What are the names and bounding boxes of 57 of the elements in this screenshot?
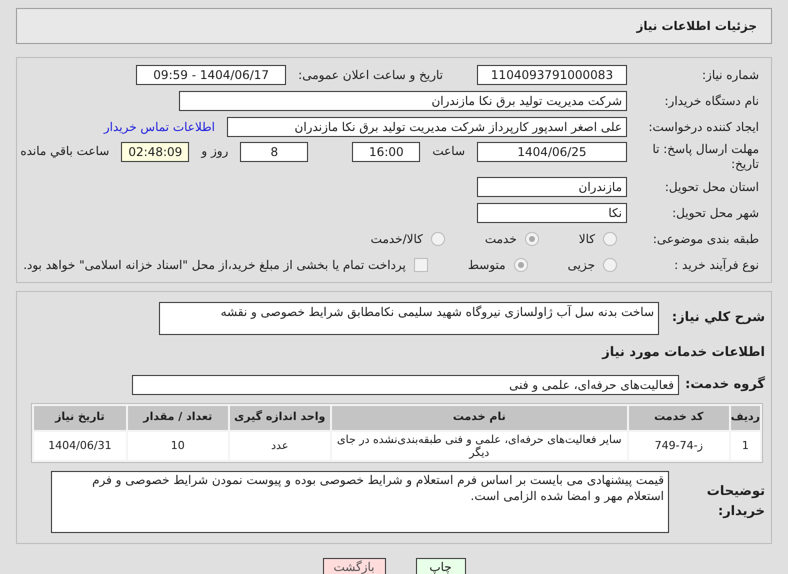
field-label: ساعت باقي مانده: [20, 143, 110, 160]
column-header: تعداد / مقدار: [128, 406, 228, 430]
field-label: طبقه بندی موضوعی:: [652, 231, 759, 248]
column-header: واحد اندازه گیری: [230, 406, 330, 430]
notes-textarea[interactable]: قیمت پیشنهادی می بایست بر اساس فرم استعلام و شرایط خصوصی بوده و پیوست نمودن شرایط خصوصی و فرم استعلام مهر و امضا شده الزامی است.: [51, 470, 669, 532]
text-field[interactable]: 1104093791000083: [477, 65, 627, 85]
table-cell: عدد: [230, 432, 330, 460]
text-field[interactable]: 1404/06/17 - 09:59: [136, 65, 286, 85]
field-label: توضیحات خریدار:: [706, 483, 765, 520]
radio-button[interactable]: [514, 258, 528, 272]
field-label: ایجاد کننده درخواست:: [647, 119, 759, 136]
page-title: جزئیات اطلاعات نیاز: [636, 18, 757, 35]
text-field[interactable]: 1404/06/25: [477, 142, 627, 162]
checkbox-label: پرداخت تمام یا بخشی از مبلغ خرید،از محل "اسناد خزانه اسلامی" خواهد بود.: [23, 257, 406, 274]
radio-label: خدمت: [484, 231, 517, 248]
checkbox[interactable]: [414, 258, 428, 272]
column-header: تاریخ نیاز: [34, 406, 126, 430]
field-label: گروه خدمت:: [685, 375, 765, 394]
table-cell: 10: [128, 432, 228, 460]
back-button[interactable]: بازگشت: [322, 558, 386, 574]
radio-button[interactable]: [603, 258, 617, 272]
text-field[interactable]: علی اصغر اسدپور کارپرداز شرکت مدیریت تولید برق نکا مازندران: [227, 117, 627, 137]
field-label: نوع فرآیند خرید :: [673, 257, 759, 274]
radio-label: جزیی: [568, 257, 595, 274]
column-header: نام خدمت: [332, 406, 627, 430]
column-header: کد خدمت: [628, 406, 729, 430]
field-label: استان محل تحویل:: [664, 179, 759, 196]
field-label: شماره نیاز:: [701, 67, 759, 84]
text-field[interactable]: 8: [240, 142, 308, 162]
text-field[interactable]: شرکت مدیریت تولید برق نکا مازندران: [179, 91, 627, 111]
table-cell: 1: [730, 432, 760, 460]
text-field[interactable]: 02:48:09: [121, 142, 190, 162]
radio-label: کالا/خدمت: [370, 231, 423, 248]
field-label: شرح کلي نياز:: [670, 309, 765, 327]
column-header: رديف: [730, 406, 760, 430]
field-label: شهر محل تحویل:: [671, 205, 759, 222]
field-label: مهلت ارسال پاسخ: تا تاریخ:: [651, 142, 759, 172]
text-field[interactable]: فعالیت‌های حرفه‌ای، علمی و فنی: [132, 374, 679, 394]
section-title: اطلاعات خدمات مورد نياز: [600, 344, 765, 362]
field-label: تاریخ و ساعت اعلان عمومی:: [298, 67, 443, 84]
field-label: نام دستگاه خریدار:: [664, 93, 759, 110]
radio-button[interactable]: [430, 232, 445, 246]
table-cell: سایر فعالیت‌های حرفه‌ای، علمی و فنی طبقه‌بندی‌نشده در جای دیگر: [332, 432, 627, 460]
table-cell: ز-74-749: [628, 432, 729, 460]
field-label: روز و: [201, 143, 228, 160]
contact-link[interactable]: اطلاعات تماس خریدار: [104, 118, 215, 136]
radio-label: کالا: [578, 231, 595, 248]
field-label: ساعت: [432, 143, 465, 160]
text-field[interactable]: 16:00: [352, 142, 420, 162]
text-field[interactable]: نکا: [477, 203, 627, 223]
summary-textarea[interactable]: ساخت بدنه سل آب ژاولسازی نیروگاه شهید سلیمی نکامطابق شرایط خصوصی و نقشه: [159, 302, 659, 335]
radio-button[interactable]: [603, 232, 617, 246]
print-button[interactable]: چاپ: [416, 558, 466, 574]
table-cell: 1404/06/31: [34, 432, 126, 460]
text-field[interactable]: مازندران: [477, 177, 627, 197]
radio-label: متوسط: [468, 257, 506, 274]
radio-button[interactable]: [524, 232, 539, 246]
